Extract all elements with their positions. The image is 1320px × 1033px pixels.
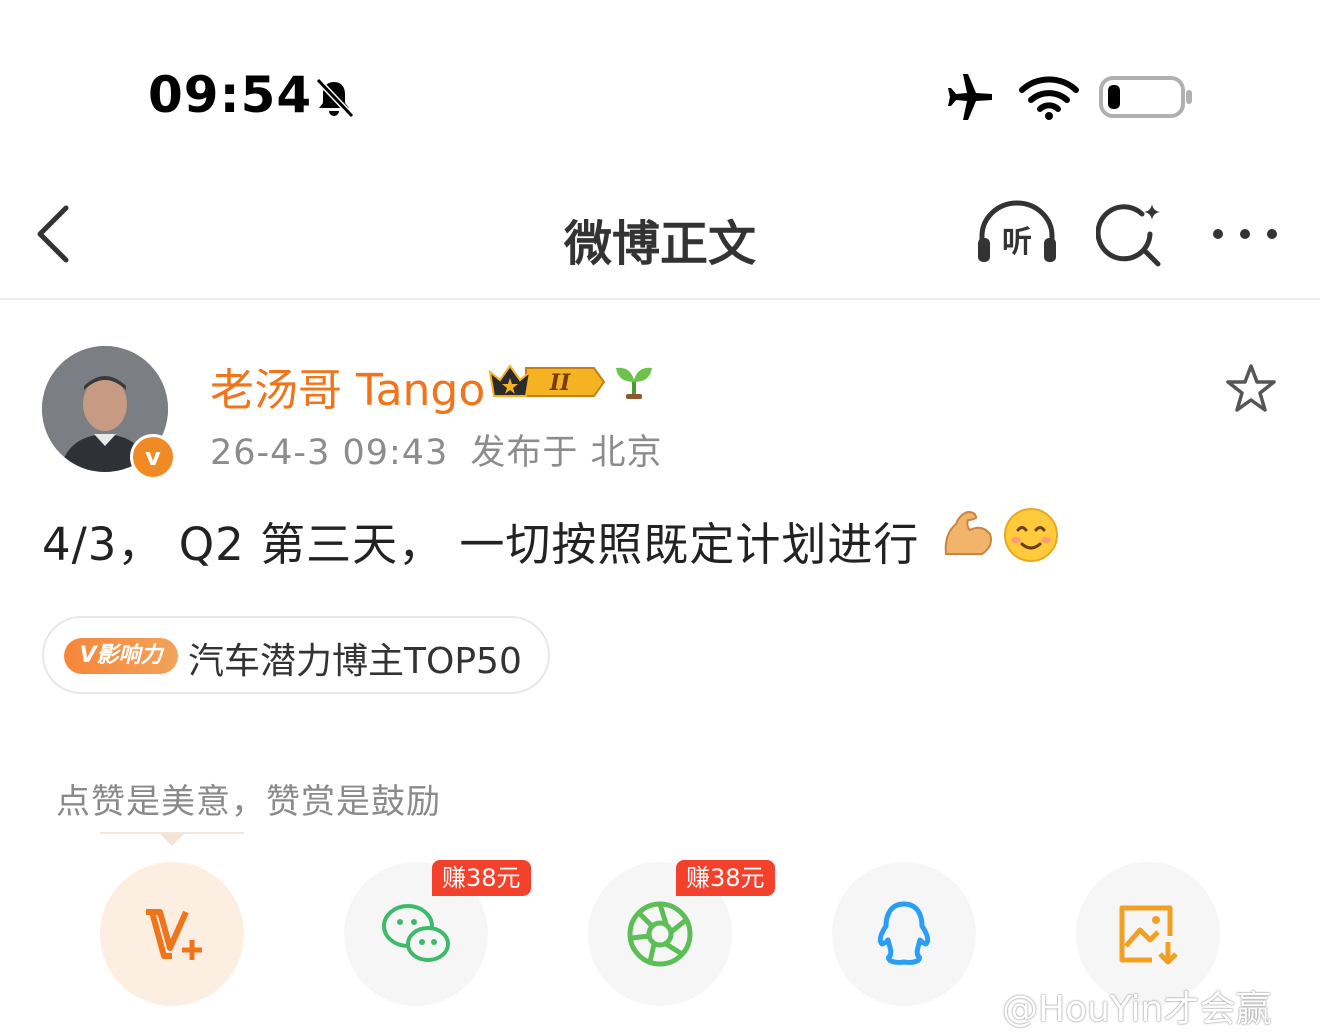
more-options-icon[interactable] [1210,226,1280,242]
flexed-biceps-emoji-icon [944,510,992,555]
qq-icon [877,901,931,965]
verified-badge: v [130,434,176,480]
favorite-star-icon[interactable] [1224,362,1278,414]
mute-bell-icon [315,77,355,119]
sprout-icon [616,367,652,399]
post-location: 发布于 北京 [470,433,663,473]
airplane-mode-icon [948,74,992,120]
save-image-icon [1119,905,1178,965]
v-plus-icon [146,909,202,960]
author-name[interactable]: 老汤哥 Tango [210,354,485,418]
watermark: @HouYin才会赢 [1002,989,1272,1030]
wechat-icon [382,904,450,962]
battery-icon [1099,76,1192,118]
nav-divider [0,298,1320,300]
listen-headphones-icon[interactable]: 听 [974,200,1060,266]
influence-tag-text: 汽车潜力博主TOP50 [188,641,522,682]
share-qq-button[interactable] [832,862,976,1006]
reward-hint: 点赞是美意，赞赏是鼓励 [56,782,441,822]
member-crown-badge-icon[interactable]: II [486,360,606,404]
status-time: 09:54 [148,66,313,124]
smiling-face-emoji-icon [1004,508,1058,562]
moments-icon [627,901,693,967]
earn-badge-moments: 赚38元 [676,860,775,896]
search-sparkle-icon[interactable] [1096,200,1166,268]
post-timestamp: 26-4-3 09:43 [210,433,449,473]
wifi-icon [1019,76,1079,120]
level-badge-text: II [549,370,571,396]
post-meta: 26-4-3 09:43 发布于 北京 [210,424,662,475]
reward-vplus-button[interactable] [100,862,244,1006]
hint-pointer [160,834,184,846]
listen-label: 听 [1002,225,1032,260]
post-content: 4/3， Q2 第三天， 一切按照既定计划进行 [42,518,920,571]
influence-badge: V影响力 [64,638,178,674]
earn-badge-wechat: 赚38元 [432,860,531,896]
